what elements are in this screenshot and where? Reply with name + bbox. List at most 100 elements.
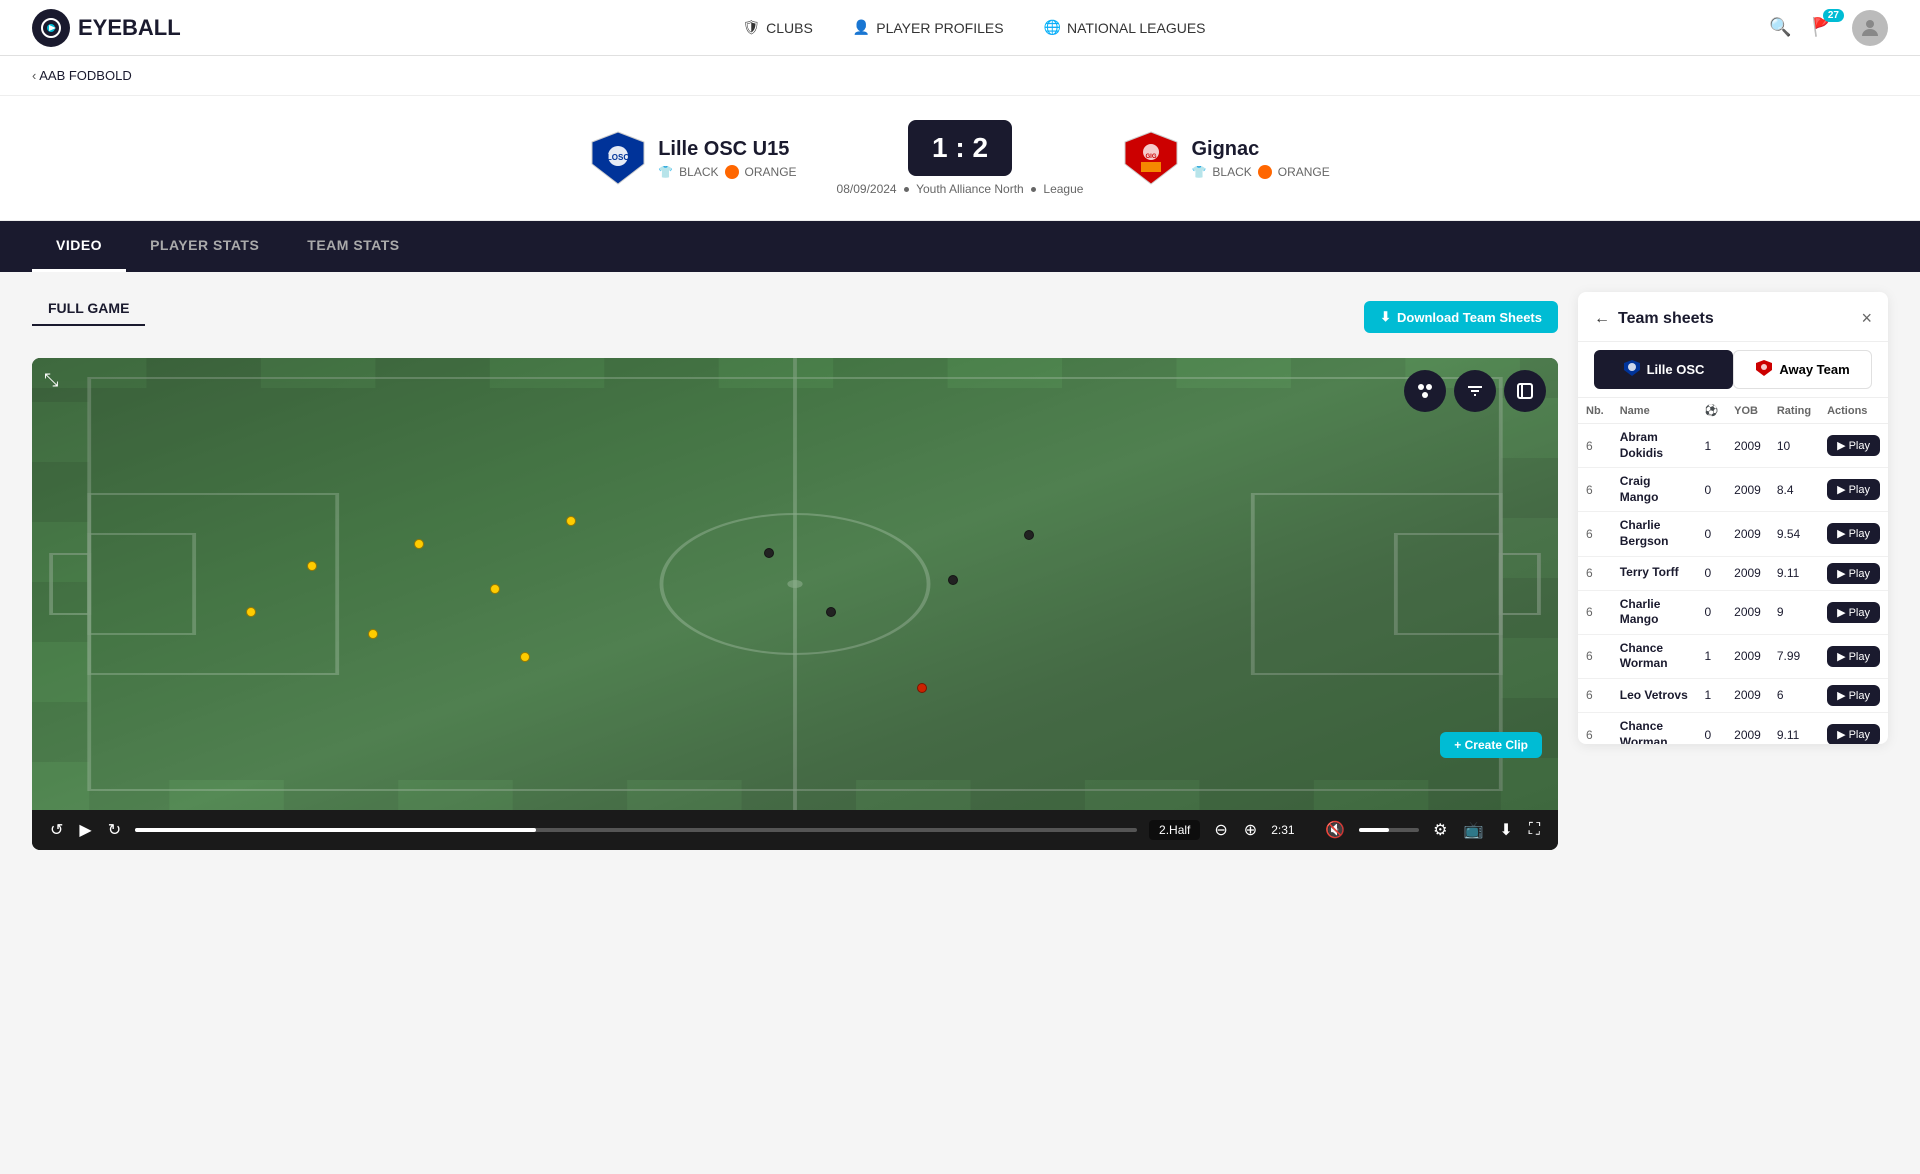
team-view-button[interactable] bbox=[1404, 370, 1446, 412]
sub-tabs-row: FULL GAME ⬇ Download Team Sheets bbox=[32, 292, 1558, 342]
player-ball: 1 bbox=[1696, 678, 1726, 712]
svg-text:GIG: GIG bbox=[1146, 154, 1157, 160]
volume-slider[interactable] bbox=[1359, 828, 1419, 832]
match-header: LOSC Lille OSC U15 👕 BLACK ORANGE 1 : 2 … bbox=[0, 96, 1920, 221]
person-icon: 👤 bbox=[853, 19, 870, 36]
cast-button[interactable]: 📺 bbox=[1461, 818, 1485, 842]
player-nb: 6 bbox=[1578, 424, 1612, 468]
player-actions[interactable]: ▶ Play bbox=[1819, 678, 1888, 712]
player-rating: 10 bbox=[1769, 424, 1819, 468]
back-arrow[interactable]: ← bbox=[1594, 310, 1610, 328]
video-player[interactable]: ⤡ + Create Clip ↺ ▶ ↻ 2.Half ⊖ ⊕ 2:31 🔇 bbox=[32, 358, 1558, 850]
volume-control[interactable] bbox=[1359, 828, 1419, 832]
table-row: 6 Chance Worman 1 2009 7.99 ▶ Play bbox=[1578, 634, 1888, 678]
user-avatar[interactable] bbox=[1852, 10, 1888, 46]
players-table: Nb. Name ⚽ YOB Rating Actions 6 Abram Do… bbox=[1578, 398, 1888, 744]
breadcrumb[interactable]: ‹ AAB FODBOLD bbox=[0, 56, 1920, 96]
away-crest-icon bbox=[1755, 359, 1773, 380]
team-tabs: Lille OSC Away Team bbox=[1578, 342, 1888, 398]
create-clip-button[interactable]: + Create Clip bbox=[1440, 732, 1542, 758]
play-player-button[interactable]: ▶ Play bbox=[1827, 646, 1880, 667]
logo[interactable]: EYEBALL bbox=[32, 9, 181, 47]
video-section: FULL GAME ⬇ Download Team Sheets bbox=[32, 292, 1558, 850]
fullscreen-corners-button[interactable]: ⤡ bbox=[44, 370, 58, 391]
player-yob: 2009 bbox=[1726, 468, 1769, 512]
sub-tab-full-game[interactable]: FULL GAME bbox=[32, 292, 145, 326]
tab-away-team[interactable]: Away Team bbox=[1733, 350, 1872, 389]
tabs-bar: VIDEO PLAYER STATS TEAM STATS bbox=[0, 221, 1920, 272]
play-player-button[interactable]: ▶ Play bbox=[1827, 724, 1880, 744]
player-yob: 2009 bbox=[1726, 590, 1769, 634]
player-actions[interactable]: ▶ Play bbox=[1819, 634, 1888, 678]
tab-team-stats[interactable]: TEAM STATS bbox=[283, 221, 423, 272]
player-dot bbox=[368, 629, 378, 639]
nav-national-leagues[interactable]: 🌐 NATIONAL LEAGUES bbox=[1044, 19, 1206, 36]
download-team-sheets-button[interactable]: ⬇ Download Team Sheets bbox=[1364, 301, 1558, 333]
half-label: 2.Half bbox=[1149, 820, 1200, 840]
fullscreen-button[interactable]: ⛶ bbox=[1527, 819, 1542, 841]
player-rating: 9.11 bbox=[1769, 712, 1819, 744]
play-pause-button[interactable]: ▶ bbox=[77, 818, 93, 842]
player-dot-dark bbox=[826, 607, 836, 617]
player-rating: 9.54 bbox=[1769, 512, 1819, 556]
team-sheets-panel: ← Team sheets × Lille OSC Away Team bbox=[1578, 292, 1888, 744]
search-button[interactable]: 🔍 bbox=[1767, 15, 1793, 40]
filter-button[interactable] bbox=[1454, 370, 1496, 412]
match-center: 1 : 2 08/09/2024 Youth Alliance North Le… bbox=[837, 120, 1084, 196]
forward-button[interactable]: ↻ bbox=[106, 818, 123, 842]
match-meta: 08/09/2024 Youth Alliance North League bbox=[837, 182, 1084, 196]
settings-button[interactable]: ⚙ bbox=[1431, 818, 1449, 842]
player-name: Chance Worman bbox=[1612, 712, 1697, 744]
rewind-button[interactable]: ↺ bbox=[48, 818, 65, 842]
mute-button[interactable]: 🔇 bbox=[1323, 818, 1347, 842]
player-actions[interactable]: ▶ Play bbox=[1819, 424, 1888, 468]
player-actions[interactable]: ▶ Play bbox=[1819, 468, 1888, 512]
nav-clubs[interactable]: 🛡 CLUBS bbox=[742, 19, 812, 36]
player-nb: 6 bbox=[1578, 634, 1612, 678]
col-name: Name bbox=[1612, 398, 1697, 424]
player-actions[interactable]: ▶ Play bbox=[1819, 512, 1888, 556]
notification-count: 27 bbox=[1823, 9, 1844, 22]
jump-forward-button[interactable]: ⊕ bbox=[1242, 818, 1259, 842]
player-rating: 7.99 bbox=[1769, 634, 1819, 678]
table-row: 6 Charlie Bergson 0 2009 9.54 ▶ Play bbox=[1578, 512, 1888, 556]
close-panel-button[interactable]: × bbox=[1861, 308, 1872, 329]
play-player-button[interactable]: ▶ Play bbox=[1827, 685, 1880, 706]
player-ball: 0 bbox=[1696, 590, 1726, 634]
notifications-button[interactable]: 🚩 27 bbox=[1810, 15, 1836, 40]
player-dot bbox=[490, 584, 500, 594]
player-yob: 2009 bbox=[1726, 424, 1769, 468]
player-actions[interactable]: ▶ Play bbox=[1819, 556, 1888, 590]
tab-lille-osc[interactable]: Lille OSC bbox=[1594, 350, 1733, 389]
svg-text:LOSC: LOSC bbox=[607, 153, 629, 162]
tab-player-stats[interactable]: PLAYER STATS bbox=[126, 221, 283, 272]
play-player-button[interactable]: ▶ Play bbox=[1827, 479, 1880, 500]
player-ball: 1 bbox=[1696, 634, 1726, 678]
table-row: 6 Leo Vetrovs 1 2009 6 ▶ Play bbox=[1578, 678, 1888, 712]
player-rating: 9 bbox=[1769, 590, 1819, 634]
jump-back-button[interactable]: ⊖ bbox=[1212, 818, 1229, 842]
table-row: 6 Terry Torff 0 2009 9.11 ▶ Play bbox=[1578, 556, 1888, 590]
field-lines bbox=[32, 358, 1558, 810]
logo-text: EYEBALL bbox=[78, 15, 181, 41]
clip-button[interactable] bbox=[1504, 370, 1546, 412]
play-player-button[interactable]: ▶ Play bbox=[1827, 563, 1880, 584]
player-ball: 0 bbox=[1696, 712, 1726, 744]
play-player-button[interactable]: ▶ Play bbox=[1827, 523, 1880, 544]
play-player-button[interactable]: ▶ Play bbox=[1827, 602, 1880, 623]
play-player-button[interactable]: ▶ Play bbox=[1827, 435, 1880, 456]
progress-bar[interactable] bbox=[135, 828, 1137, 832]
player-name: Leo Vetrovs bbox=[1612, 678, 1697, 712]
player-name: Abram Dokidis bbox=[1612, 424, 1697, 468]
player-nb: 6 bbox=[1578, 678, 1612, 712]
player-nb: 6 bbox=[1578, 512, 1612, 556]
download-video-button[interactable]: ⬇ bbox=[1497, 818, 1514, 842]
player-actions[interactable]: ▶ Play bbox=[1819, 590, 1888, 634]
table-row: 6 Charlie Mango 0 2009 9 ▶ Play bbox=[1578, 590, 1888, 634]
orange-dot bbox=[725, 165, 739, 179]
tab-video[interactable]: VIDEO bbox=[32, 221, 126, 272]
player-dot-dark bbox=[1024, 530, 1034, 540]
col-rating: Rating bbox=[1769, 398, 1819, 424]
player-actions[interactable]: ▶ Play bbox=[1819, 712, 1888, 744]
nav-player-profiles[interactable]: 👤 PLAYER PROFILES bbox=[853, 19, 1004, 36]
